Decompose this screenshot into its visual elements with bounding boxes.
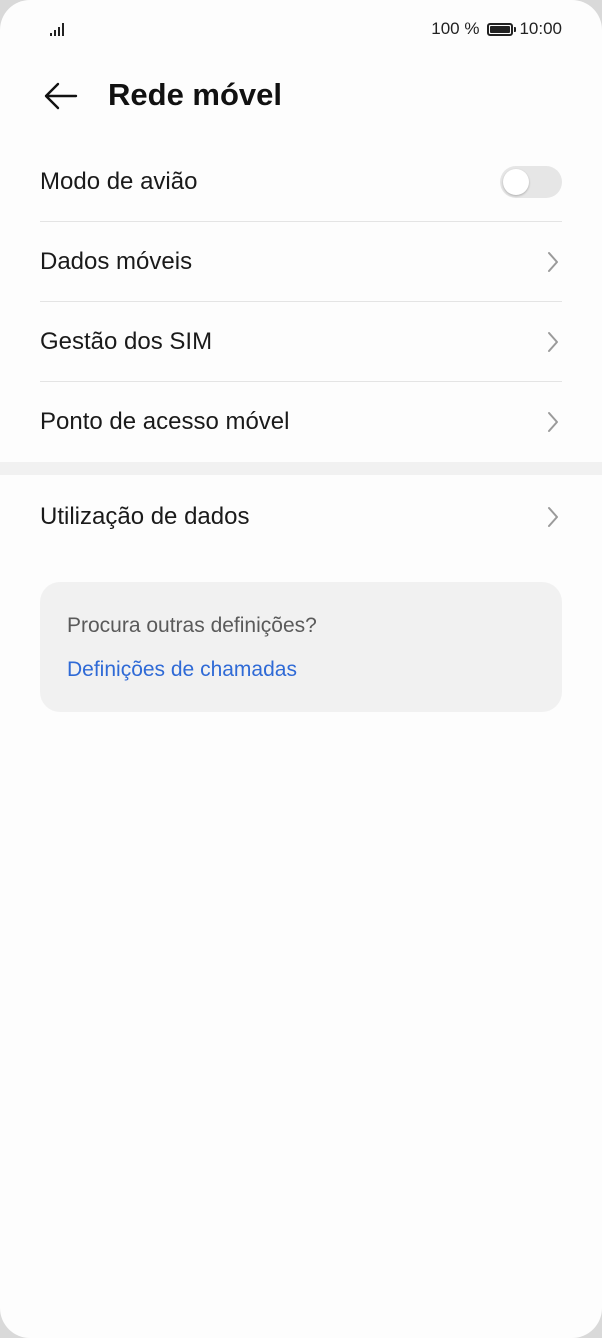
status-right: 100 % 10:00 bbox=[431, 19, 562, 39]
airplane-mode-row[interactable]: Modo de avião bbox=[40, 142, 562, 222]
page-title: Rede móvel bbox=[108, 77, 283, 112]
clock: 10:00 bbox=[519, 19, 562, 38]
battery-percent: 100 % bbox=[431, 19, 480, 38]
back-button[interactable] bbox=[40, 76, 80, 116]
hotspot-row[interactable]: Ponto de acesso móvel bbox=[40, 382, 562, 462]
mobile-data-label: Dados móveis bbox=[40, 248, 193, 275]
hotspot-label: Ponto de acesso móvel bbox=[40, 408, 290, 435]
chevron-right-icon bbox=[544, 251, 562, 273]
phone-screen: 100 % 10:00 Rede móvel Modo de avião Dad… bbox=[0, 0, 602, 1338]
section-separator bbox=[0, 462, 602, 475]
sim-management-row[interactable]: Gestão dos SIM bbox=[40, 302, 562, 382]
data-usage-label: Utilização de dados bbox=[40, 503, 250, 530]
call-settings-link[interactable]: Definições de chamadas bbox=[67, 658, 297, 682]
signal-icon bbox=[50, 22, 64, 36]
battery-icon bbox=[487, 22, 517, 36]
airplane-mode-toggle[interactable] bbox=[500, 166, 562, 198]
data-usage-row[interactable]: Utilização de dados bbox=[40, 477, 562, 557]
chevron-right-icon bbox=[544, 411, 562, 433]
header: Rede móvel bbox=[0, 64, 602, 128]
card-question: Procura outras definições? bbox=[67, 614, 317, 637]
airplane-mode-label: Modo de avião bbox=[40, 168, 198, 195]
status-bar: 100 % 10:00 bbox=[0, 0, 602, 60]
toggle-knob bbox=[503, 169, 529, 195]
back-arrow-icon bbox=[44, 82, 78, 110]
mobile-data-row[interactable]: Dados móveis bbox=[40, 222, 562, 302]
chevron-right-icon bbox=[544, 331, 562, 353]
sim-management-label: Gestão dos SIM bbox=[40, 328, 213, 355]
other-settings-card: Procura outras definições? Definições de… bbox=[40, 582, 562, 712]
chevron-right-icon bbox=[544, 506, 562, 528]
